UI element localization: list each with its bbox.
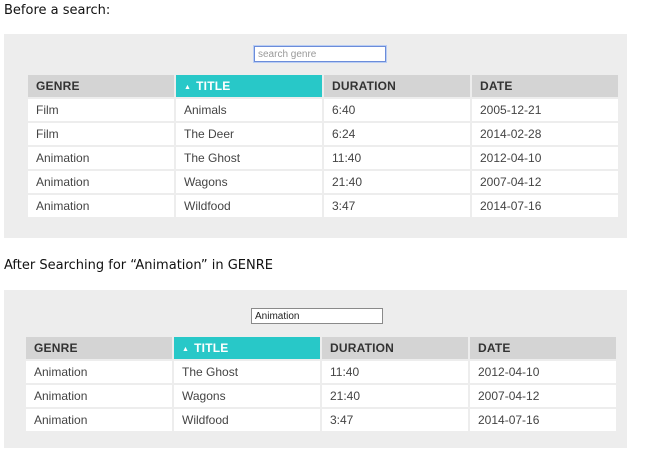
column-header-duration[interactable]: DURATION <box>322 337 468 359</box>
column-header-genre[interactable]: GENRE <box>26 337 172 359</box>
table-cell-genre: Animation <box>26 409 172 431</box>
column-header-label: GENRE <box>34 341 78 355</box>
column-header-title[interactable]: ▲ TITLE <box>176 75 322 97</box>
table-cell-duration: 21:40 <box>322 385 468 407</box>
table-cell-genre: Film <box>28 123 174 145</box>
table-row[interactable]: Animation The Ghost 11:40 2012-04-10 <box>28 147 618 169</box>
table-cell-duration: 21:40 <box>324 171 470 193</box>
column-header-label: DATE <box>480 79 513 93</box>
column-header-label: DURATION <box>330 341 395 355</box>
table-cell-date: 2014-07-16 <box>470 409 616 431</box>
column-header-label: DURATION <box>332 79 397 93</box>
table-row[interactable]: Animation Wagons 21:40 2007-04-12 <box>28 171 618 193</box>
table-cell-duration: 11:40 <box>322 361 468 383</box>
table-cell-title: The Ghost <box>176 147 322 169</box>
caption-before-search: Before a search: <box>4 3 111 18</box>
table-cell-genre: Animation <box>28 171 174 193</box>
data-table: GENRE ▲ TITLE DURATION DATE Animation The Gho… <box>24 335 618 433</box>
table-row[interactable]: Film The Deer 6:24 2014-02-28 <box>28 123 618 145</box>
table-cell-duration: 6:40 <box>324 99 470 121</box>
table-row[interactable]: Film Animals 6:40 2005-12-21 <box>28 99 618 121</box>
table-cell-date: 2012-04-10 <box>470 361 616 383</box>
caption-after-search: After Searching for “Animation” in GENRE <box>4 258 273 273</box>
table-cell-date: 2007-04-12 <box>470 385 616 407</box>
column-header-title[interactable]: ▲ TITLE <box>174 337 320 359</box>
table-row[interactable]: Animation Wildfood 3:47 2014-07-16 <box>28 195 618 217</box>
table-cell-date: 2014-07-16 <box>472 195 618 217</box>
table-cell-duration: 11:40 <box>324 147 470 169</box>
column-header-date[interactable]: DATE <box>472 75 618 97</box>
table-cell-title: Wagons <box>176 171 322 193</box>
sort-ascending-icon: ▲ <box>184 84 192 91</box>
table-header-row: GENRE ▲ TITLE DURATION DATE <box>26 337 616 359</box>
table-cell-duration: 3:47 <box>324 195 470 217</box>
table-cell-title: Wagons <box>174 385 320 407</box>
table-panel-before: GENRE▲TITLEDURATIONDATE FilmAnimals6:402… <box>4 34 627 238</box>
table-cell-genre: Animation <box>28 195 174 217</box>
table-cell-genre: Animation <box>26 361 172 383</box>
column-header-label: GENRE <box>36 79 80 93</box>
table-cell-title: The Deer <box>176 123 322 145</box>
table-cell-date: 2014-02-28 <box>472 123 618 145</box>
table-cell-title: The Ghost <box>174 361 320 383</box>
table-cell-duration: 3:47 <box>322 409 468 431</box>
column-header-label: TITLE <box>194 341 229 355</box>
column-header-label: TITLE <box>196 79 231 93</box>
column-header-duration[interactable]: DURATION <box>324 75 470 97</box>
table-cell-title: Animals <box>176 99 322 121</box>
table-panel-after: GENRE▲TITLEDURATIONDATE AnimationThe Gho… <box>4 290 627 448</box>
search-input[interactable] <box>254 46 386 62</box>
table-row[interactable]: Animation Wagons 21:40 2007-04-12 <box>26 385 616 407</box>
table-cell-date: 2012-04-10 <box>472 147 618 169</box>
table-cell-title: Wildfood <box>174 409 320 431</box>
table-cell-genre: Animation <box>26 385 172 407</box>
table-cell-date: 2005-12-21 <box>472 99 618 121</box>
sort-ascending-icon: ▲ <box>182 346 190 353</box>
table-cell-genre: Animation <box>28 147 174 169</box>
table-row[interactable]: Animation The Ghost 11:40 2012-04-10 <box>26 361 616 383</box>
table-header-row: GENRE ▲ TITLE DURATION DATE <box>28 75 618 97</box>
data-table: GENRE ▲ TITLE DURATION DATE Film Animals 6:40 2… <box>26 73 620 219</box>
search-input[interactable] <box>251 308 383 324</box>
column-header-genre[interactable]: GENRE <box>28 75 174 97</box>
column-header-label: DATE <box>478 341 511 355</box>
table-cell-date: 2007-04-12 <box>472 171 618 193</box>
table-row[interactable]: Animation Wildfood 3:47 2014-07-16 <box>26 409 616 431</box>
table-cell-title: Wildfood <box>176 195 322 217</box>
table-cell-genre: Film <box>28 99 174 121</box>
column-header-date[interactable]: DATE <box>470 337 616 359</box>
table-cell-duration: 6:24 <box>324 123 470 145</box>
